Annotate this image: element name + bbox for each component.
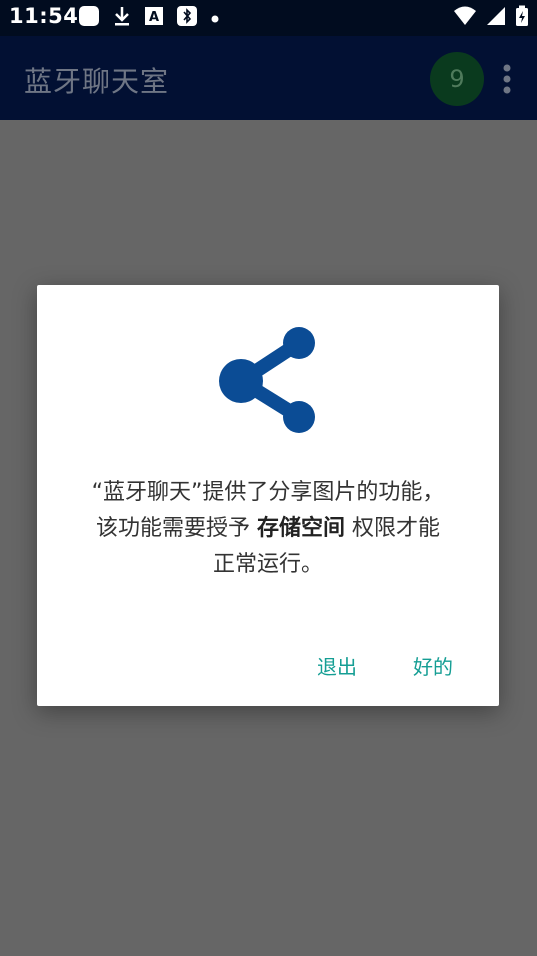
message-line-2a: 该功能需要授予 <box>95 516 257 541</box>
dot-icon <box>210 9 220 28</box>
bluetooth-icon <box>176 5 198 31</box>
dialog-message: “蓝牙聊天”提供了分享图片的功能， 该功能需要授予 存储空间 权限才能 正常运行… <box>67 475 469 583</box>
status-bar: 11:54 A <box>0 0 537 36</box>
wifi-icon <box>453 6 477 30</box>
exit-button[interactable]: 退出 <box>317 651 357 680</box>
message-permission-name: 存储空间 <box>256 516 345 541</box>
overflow-menu-icon[interactable] <box>497 62 517 96</box>
ok-button[interactable]: 好的 <box>413 651 453 680</box>
app-square-icon <box>78 5 100 31</box>
message-line-3: 正常运行。 <box>212 552 323 577</box>
status-icons-left: A <box>78 6 220 30</box>
message-line-1: “蓝牙聊天”提供了分享图片的功能， <box>91 480 445 505</box>
permission-dialog: “蓝牙聊天”提供了分享图片的功能， 该功能需要授予 存储空间 权限才能 正常运行… <box>37 285 499 706</box>
a-text-icon: A <box>144 6 164 30</box>
app-title: 蓝牙聊天室 <box>24 65 170 98</box>
download-icon <box>112 5 132 31</box>
svg-text:A: A <box>149 10 159 25</box>
message-line-2b: 权限才能 <box>345 516 440 541</box>
signal-icon <box>485 6 507 30</box>
share-icon <box>219 325 319 435</box>
unread-count-badge[interactable]: 9 <box>430 52 484 106</box>
status-time: 11:54 <box>9 4 79 28</box>
battery-charging-icon <box>515 5 529 31</box>
status-icons-right <box>453 5 529 31</box>
